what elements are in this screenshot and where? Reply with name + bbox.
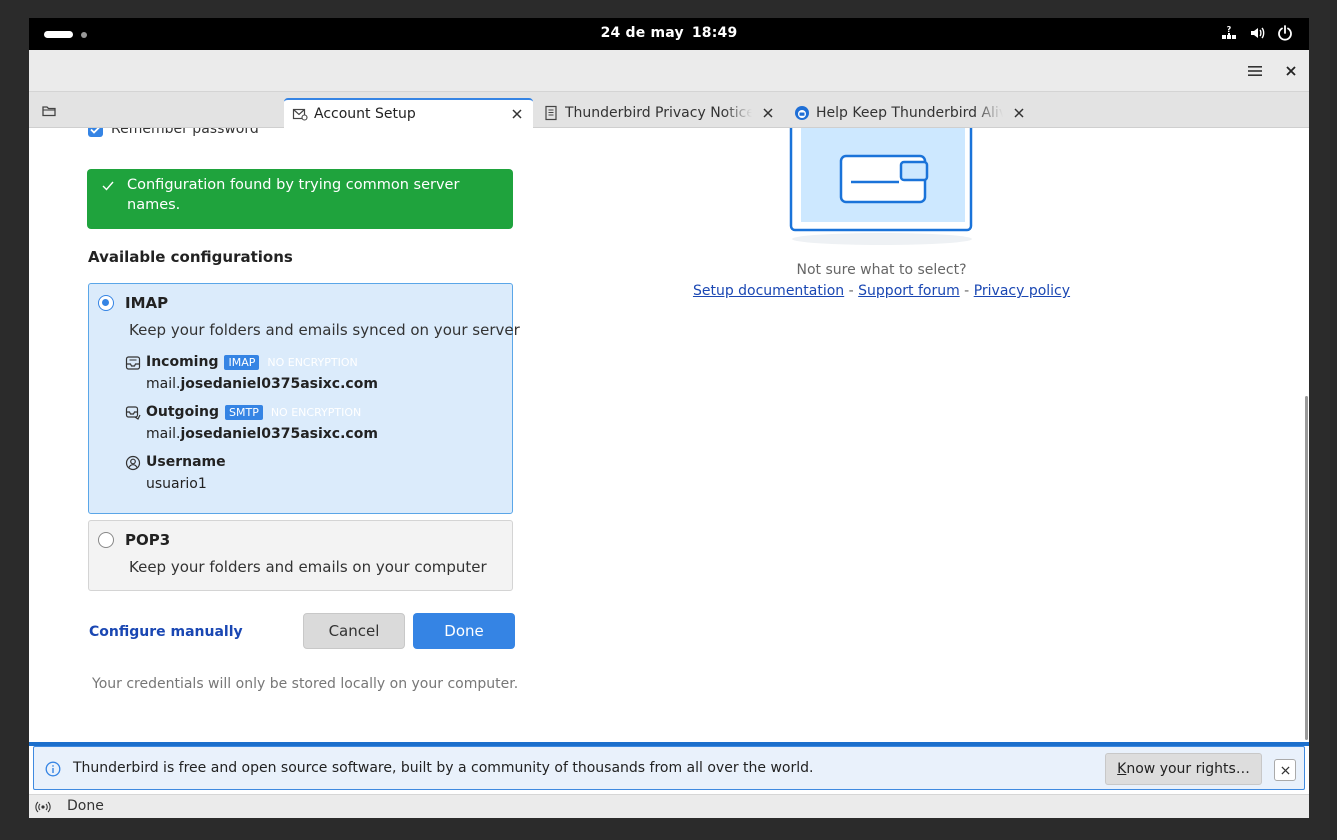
support-forum-link[interactable]: Support forum — [858, 283, 960, 299]
host-prefix: mail. — [146, 376, 181, 392]
config-description: Keep your folders and emails on your com… — [129, 558, 487, 576]
info-icon — [45, 761, 61, 777]
outgoing-host: mail.josedaniel0375asixc.com — [146, 426, 378, 442]
tab-account-setup[interactable]: Account Setup — [284, 98, 533, 128]
incoming-label: Incoming — [146, 354, 219, 370]
close-icon — [512, 109, 522, 119]
tab-close-button[interactable] — [1009, 103, 1029, 123]
know-your-rights-button[interactable]: Know your rights… — [1105, 753, 1262, 785]
email-setup-illustration — [789, 128, 973, 245]
user-icon — [125, 455, 141, 471]
protocol-badge: SMTP — [225, 404, 263, 420]
close-icon — [1014, 108, 1024, 118]
tab-bar: Account Setup Thunderbird Privacy Notice… — [29, 92, 1309, 128]
app-menu-button[interactable] — [1245, 61, 1265, 81]
help-question: Not sure what to select? — [796, 262, 967, 278]
close-icon — [1286, 66, 1296, 76]
scrollbar[interactable] — [1305, 396, 1308, 740]
encryption-label: NO ENCRYPTION — [267, 355, 358, 369]
success-banner: Configuration found by trying common ser… — [87, 169, 513, 229]
incoming-host: mail.josedaniel0375asixc.com — [146, 376, 378, 392]
tab-title: Thunderbird Privacy Notice — — [565, 105, 752, 121]
success-message: Configuration found by trying common ser… — [127, 177, 460, 213]
thunderbird-window: Account Setup Thunderbird Privacy Notice… — [29, 50, 1309, 818]
tab-title: Help Keep Thunderbird Alive! — [816, 105, 1003, 121]
document-icon — [545, 105, 557, 121]
config-option-pop3[interactable]: POP3 Keep your folders and emails on you… — [88, 520, 513, 591]
close-icon — [763, 108, 773, 118]
config-option-imap[interactable]: IMAP Keep your folders and emails synced… — [88, 283, 520, 514]
account-setup-page: Remember password Configuration found by… — [29, 128, 1309, 742]
hamburger-menu-icon — [1248, 66, 1262, 76]
button-label: now your rights… — [1126, 761, 1250, 777]
tab-title: Account Setup — [314, 106, 416, 122]
tab-close-button[interactable] — [758, 103, 778, 123]
notification-close-button[interactable] — [1274, 759, 1296, 781]
svg-text:?: ? — [1227, 25, 1232, 34]
config-title: IMAP — [125, 294, 169, 312]
tab-privacy-notice[interactable]: Thunderbird Privacy Notice — — [535, 98, 784, 128]
outbox-icon — [125, 406, 141, 420]
close-icon — [1280, 765, 1290, 775]
host-prefix: mail. — [146, 426, 181, 442]
pop3-radio[interactable] — [98, 532, 114, 548]
clock[interactable]: 24 de may 18:49 — [29, 25, 1309, 41]
network-question-icon: ? — [1222, 25, 1236, 39]
status-bar: Done — [29, 794, 1309, 818]
inbox-icon — [125, 356, 141, 370]
credentials-note: Your credentials will only be stored loc… — [92, 676, 519, 692]
configure-manually-link[interactable]: Configure manually — [89, 624, 243, 640]
system-tray[interactable]: ? — [1221, 25, 1293, 41]
encryption-label: NO ENCRYPTION — [270, 405, 362, 419]
status-text: Done — [67, 798, 104, 814]
help-links: Setup documentation - Support forum - Pr… — [649, 283, 1114, 299]
done-button[interactable]: Done — [413, 613, 515, 649]
clock-date: 24 de may — [600, 25, 684, 41]
power-icon — [1278, 25, 1292, 41]
notification-text: Thunderbird is free and open source soft… — [73, 760, 814, 776]
remember-password-label: Remember password — [111, 128, 259, 137]
link-separator: - — [964, 283, 970, 299]
cancel-button[interactable]: Cancel — [303, 613, 405, 649]
username-label: Username — [146, 454, 226, 470]
system-top-bar: 24 de may 18:49 ? — [29, 18, 1309, 50]
clock-time: 18:49 — [691, 25, 738, 41]
tab-help-keep-thunderbird[interactable]: Help Keep Thunderbird Alive! — [786, 98, 1035, 128]
username-value: usuario1 — [146, 476, 207, 492]
remember-password-checkbox[interactable]: Remember password — [88, 128, 259, 137]
folder-icon[interactable] — [41, 103, 57, 119]
outgoing-label: Outgoing — [146, 404, 219, 420]
volume-icon — [1251, 27, 1265, 39]
available-configurations-heading: Available configurations — [88, 248, 293, 266]
check-icon — [102, 181, 114, 191]
access-key: K — [1117, 761, 1127, 777]
config-title: POP3 — [125, 531, 171, 549]
title-bar[interactable] — [29, 50, 1309, 92]
mail-setup-icon — [292, 108, 308, 121]
check-icon — [90, 128, 100, 134]
window-close-button[interactable] — [1281, 61, 1301, 81]
host-domain: josedaniel0375asixc.com — [180, 376, 378, 392]
setup-documentation-link[interactable]: Setup documentation — [693, 283, 844, 299]
host-domain: josedaniel0375asixc.com — [180, 426, 378, 442]
protocol-badge: IMAP — [224, 354, 260, 370]
imap-radio[interactable] — [98, 295, 114, 311]
checkbox-checked[interactable] — [88, 128, 103, 137]
online-status-icon[interactable] — [35, 799, 51, 815]
privacy-policy-link[interactable]: Privacy policy — [974, 283, 1070, 299]
notification-bar: Thunderbird is free and open source soft… — [29, 742, 1309, 790]
tab-close-button[interactable] — [507, 104, 527, 124]
thunderbird-logo-icon — [795, 106, 809, 120]
config-description: Keep your folders and emails synced on y… — [129, 321, 520, 339]
link-separator: - — [848, 283, 854, 299]
